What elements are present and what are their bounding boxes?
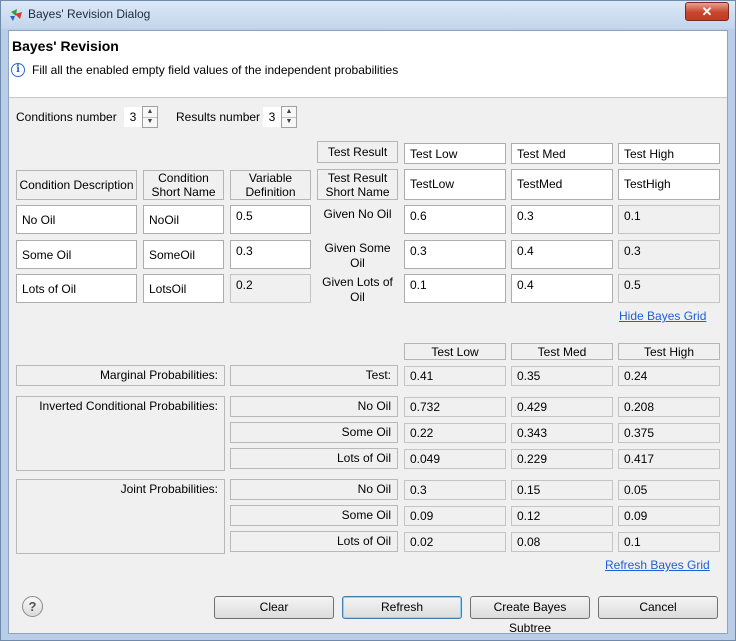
test-short-name-input[interactable]: TestLow	[404, 169, 506, 200]
test-result-header: Test Result	[317, 141, 398, 163]
result-column-header: Test Med	[511, 343, 613, 360]
test-result-input[interactable]: Test Low	[404, 143, 506, 164]
results-number-label: Results number	[176, 110, 261, 124]
marginal-value: 0.24	[618, 366, 720, 386]
variable-definition-input[interactable]: 0.5	[230, 205, 311, 234]
joint-value: 0.02	[404, 532, 506, 552]
inverted-value: 0.208	[618, 397, 720, 417]
variable-definition-input[interactable]: 0.3	[230, 240, 311, 269]
result-column-header: Test High	[618, 343, 720, 360]
app-icon	[10, 9, 22, 21]
inverted-row-label: No Oil	[230, 396, 398, 417]
inverted-value: 0.343	[511, 423, 613, 443]
given-row-label: Given Lots of Oil	[322, 275, 393, 304]
refresh-button[interactable]: Refresh	[342, 596, 462, 619]
joint-probabilities-label: Joint Probabilities:	[16, 479, 225, 554]
header-message: Fill all the enabled empty field values …	[32, 63, 399, 77]
condition-description-header: Condition Description	[16, 170, 137, 200]
inverted-value: 0.732	[404, 397, 506, 417]
given-row-label: Given Some Oil	[324, 241, 391, 270]
condition-short-name-header: Condition Short Name	[143, 170, 224, 200]
variable-definition-computed: 0.2	[230, 274, 311, 303]
marginal-value: 0.35	[511, 366, 613, 386]
likelihood-computed: 0.5	[618, 274, 720, 303]
joint-value: 0.1	[618, 532, 720, 552]
likelihood-input[interactable]: 0.3	[511, 205, 613, 234]
condition-description-input[interactable]: Some Oil	[16, 240, 137, 269]
inverted-value: 0.417	[618, 449, 720, 469]
joint-value: 0.3	[404, 480, 506, 500]
chevron-down-icon[interactable]: ▼	[143, 117, 157, 127]
clear-button[interactable]: Clear	[214, 596, 334, 619]
info-icon: i	[11, 63, 25, 77]
likelihood-computed: 0.3	[618, 240, 720, 269]
inverted-row-label: Some Oil	[230, 422, 398, 443]
test-short-name-input[interactable]: TestHigh	[618, 169, 720, 200]
joint-value: 0.12	[511, 506, 613, 526]
inverted-row-label: Lots of Oil	[230, 448, 398, 469]
likelihood-input[interactable]: 0.1	[404, 274, 506, 303]
refresh-bayes-grid-link[interactable]: Refresh Bayes Grid	[605, 558, 710, 572]
condition-short-name-input[interactable]: SomeOil	[143, 240, 224, 269]
variable-definition-header: Variable Definition	[230, 170, 311, 200]
likelihood-computed: 0.1	[618, 205, 720, 234]
condition-short-name-input[interactable]: NoOil	[143, 205, 224, 234]
inverted-probabilities-label: Inverted Conditional Probabilities:	[16, 396, 225, 471]
marginal-probabilities-label: Marginal Probabilities:	[16, 365, 225, 386]
conditions-number-stepper[interactable]: ▲ ▼	[142, 106, 158, 128]
inverted-value: 0.049	[404, 449, 506, 469]
joint-value: 0.08	[511, 532, 613, 552]
test-result-short-name-header: Test Result Short Name	[317, 169, 398, 200]
joint-value: 0.09	[618, 506, 720, 526]
page-title: Bayes' Revision	[12, 38, 119, 54]
joint-value: 0.09	[404, 506, 506, 526]
condition-short-name-input[interactable]: LotsOil	[143, 274, 224, 303]
create-bayes-subtree-button[interactable]: Create Bayes Subtree	[470, 596, 590, 635]
test-short-name-input[interactable]: TestMed	[511, 169, 613, 200]
conditions-number-value[interactable]: 3	[124, 107, 142, 127]
joint-value: 0.05	[618, 480, 720, 500]
result-column-header: Test Low	[404, 343, 506, 360]
cancel-button[interactable]: Cancel	[598, 596, 718, 619]
condition-description-input[interactable]: No Oil	[16, 205, 137, 234]
joint-row-label: Lots of Oil	[230, 531, 398, 552]
joint-value: 0.15	[511, 480, 613, 500]
hide-bayes-grid-link[interactable]: Hide Bayes Grid	[619, 309, 706, 323]
chevron-down-icon[interactable]: ▼	[282, 117, 296, 127]
likelihood-input[interactable]: 0.4	[511, 240, 613, 269]
joint-row-label: Some Oil	[230, 505, 398, 526]
window-title: Bayes' Revision Dialog	[28, 7, 151, 21]
test-result-input[interactable]: Test Med	[511, 143, 613, 164]
help-icon[interactable]: ?	[22, 596, 43, 617]
marginal-row-label: Test:	[230, 365, 398, 386]
conditions-number-label: Conditions number	[16, 110, 117, 124]
inverted-value: 0.22	[404, 423, 506, 443]
inverted-value: 0.375	[618, 423, 720, 443]
likelihood-input[interactable]: 0.6	[404, 205, 506, 234]
test-result-input[interactable]: Test High	[618, 143, 720, 164]
inverted-value: 0.429	[511, 397, 613, 417]
results-number-value[interactable]: 3	[263, 107, 281, 127]
likelihood-input[interactable]: 0.3	[404, 240, 506, 269]
inverted-value: 0.229	[511, 449, 613, 469]
joint-row-label: No Oil	[230, 479, 398, 500]
given-row-label: Given No Oil	[323, 207, 392, 221]
condition-description-input[interactable]: Lots of Oil	[16, 274, 137, 303]
close-button[interactable]: ✕	[685, 2, 729, 21]
likelihood-input[interactable]: 0.4	[511, 274, 613, 303]
marginal-value: 0.41	[404, 366, 506, 386]
results-number-stepper[interactable]: ▲ ▼	[281, 106, 297, 128]
